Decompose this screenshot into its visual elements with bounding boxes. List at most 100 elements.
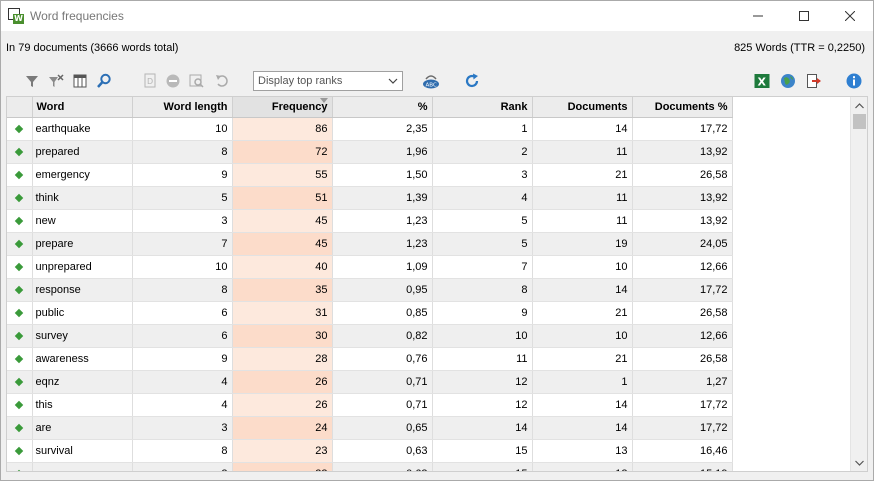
vertical-scrollbar[interactable] (850, 97, 867, 471)
cell-rank: 3 (432, 163, 533, 187)
row-marker (7, 370, 33, 394)
row-marker (7, 209, 33, 233)
cell-documents: 1 (532, 370, 633, 394)
maximize-button[interactable] (781, 1, 827, 31)
undo-icon[interactable] (213, 72, 231, 90)
column-header-frequency[interactable]: Frequency (232, 97, 333, 118)
rank-display-value: Display top ranks (258, 75, 343, 87)
row-marker (7, 232, 33, 256)
cell-word-length: 4 (132, 370, 233, 394)
column-header-documents[interactable]: Documents (532, 97, 633, 118)
cell-frequency: 40 (232, 255, 333, 279)
spellcheck-icon[interactable]: ABC (422, 72, 440, 90)
table-row[interactable]: awareness 9 28 0,76 11 21 26,58 (7, 347, 733, 371)
cell-documents-percent: 26,58 (632, 347, 733, 371)
window-controls (735, 1, 873, 31)
minimize-button[interactable] (735, 1, 781, 31)
clear-filter-icon[interactable] (47, 72, 65, 90)
cell-documents-percent: 16,46 (632, 439, 733, 463)
diamond-icon (15, 285, 24, 294)
row-marker (7, 416, 33, 440)
table-body: earthquake 10 86 2,35 1 14 17,72 prepared 8 72 1,9… (7, 117, 733, 471)
table-row[interactable]: earthquake 10 86 2,35 1 14 17,72 (7, 117, 733, 141)
table-row[interactable]: are 3 24 0,65 14 14 17,72 (7, 416, 733, 440)
cell-percent: 0,71 (332, 370, 433, 394)
globe-icon[interactable] (779, 72, 797, 90)
cell-rank: 12 (432, 393, 533, 417)
cell-rank: 14 (432, 416, 533, 440)
table-row[interactable]: prepare 7 45 1,23 5 19 24,05 (7, 232, 733, 256)
cell-word-length: 10 (132, 117, 233, 141)
table-row[interactable]: think 5 51 1,39 4 11 13,92 (7, 186, 733, 210)
cell-word-length: 5 (132, 186, 233, 210)
search-icon[interactable] (95, 72, 113, 90)
column-header-word-length[interactable]: Word length (132, 97, 233, 118)
diamond-icon (15, 400, 24, 409)
table-row[interactable]: unprepared 10 40 1,09 7 10 12,66 (7, 255, 733, 279)
documents-summary: In 79 documents (3666 words total) (6, 42, 179, 54)
diamond-icon (15, 354, 24, 363)
cell-frequency: 55 (232, 163, 333, 187)
cell-word: think (32, 186, 133, 210)
column-header-rank[interactable]: Rank (432, 97, 533, 118)
document-icon[interactable]: D (141, 72, 159, 90)
cell-word-length: 6 (132, 324, 233, 348)
cell-word-length: 8 (132, 140, 233, 164)
remove-icon[interactable] (164, 72, 182, 90)
table-row[interactable]: prepared 8 72 1,96 2 11 13,92 (7, 140, 733, 164)
table-row[interactable]: emergency 9 55 1,50 3 21 26,58 (7, 163, 733, 187)
cell-documents-percent: 24,05 (632, 232, 733, 256)
title-bar[interactable]: W Word frequencies (1, 1, 873, 31)
column-header-percent[interactable]: % (332, 97, 433, 118)
app-icon: W (8, 8, 24, 24)
diamond-icon (15, 469, 24, 471)
cell-documents: 21 (532, 163, 633, 187)
scrollbar-thumb[interactable] (853, 114, 866, 129)
export-icon[interactable] (805, 72, 823, 90)
cell-percent: 0,63 (332, 439, 433, 463)
filter-icon[interactable] (23, 72, 41, 90)
cell-word-length: 8 (132, 439, 233, 463)
word-frequencies-window: W Word frequencies In 79 documents (3666… (0, 0, 874, 481)
cell-documents-percent: 13,92 (632, 140, 733, 164)
columns-icon[interactable] (71, 72, 89, 90)
table-row[interactable]: response 8 35 0,95 8 14 17,72 (7, 278, 733, 302)
close-button[interactable] (827, 1, 873, 31)
cell-documents-percent: 17,72 (632, 393, 733, 417)
cell-percent: 0,76 (332, 347, 433, 371)
table-row[interactable]: public 6 31 0,85 9 21 26,58 (7, 301, 733, 325)
row-marker (7, 301, 33, 325)
diamond-icon (15, 262, 24, 271)
row-marker (7, 117, 33, 141)
info-icon[interactable] (845, 72, 863, 90)
cell-documents-percent: 13,92 (632, 186, 733, 210)
table-row[interactable]: us2230,63151215,19 (7, 462, 733, 471)
column-header-documents-percent[interactable]: Documents % (632, 97, 733, 118)
diamond-icon (15, 239, 24, 248)
row-marker (7, 439, 33, 463)
excel-export-icon[interactable]: X (753, 72, 771, 90)
preview-icon[interactable] (188, 72, 206, 90)
cell-word-length: 3 (132, 416, 233, 440)
diamond-icon (15, 308, 24, 317)
cell-frequency: 23 (232, 439, 333, 463)
table-row[interactable]: eqnz 4 26 0,71 12 1 1,27 (7, 370, 733, 394)
cell-documents: 10 (532, 255, 633, 279)
table-row[interactable]: new 3 45 1,23 5 11 13,92 (7, 209, 733, 233)
cell-rank: 15 (432, 462, 533, 471)
marker-column-header (7, 97, 33, 118)
cell-documents-percent: 12,66 (632, 255, 733, 279)
cell-documents: 10 (532, 324, 633, 348)
table-row[interactable]: this 4 26 0,71 12 14 17,72 (7, 393, 733, 417)
cell-percent: 1,39 (332, 186, 433, 210)
table-row[interactable]: survey 6 30 0,82 10 10 12,66 (7, 324, 733, 348)
scroll-up-button[interactable] (851, 98, 867, 113)
rank-display-select[interactable]: Display top ranks (253, 71, 403, 91)
cell-documents: 11 (532, 209, 633, 233)
row-marker (7, 163, 33, 187)
scroll-down-button[interactable] (851, 455, 867, 470)
column-header-word[interactable]: Word (32, 97, 133, 118)
refresh-icon[interactable] (463, 72, 481, 90)
cell-rank: 1 (432, 117, 533, 141)
table-row[interactable]: survival 8 23 0,63 15 13 16,46 (7, 439, 733, 463)
